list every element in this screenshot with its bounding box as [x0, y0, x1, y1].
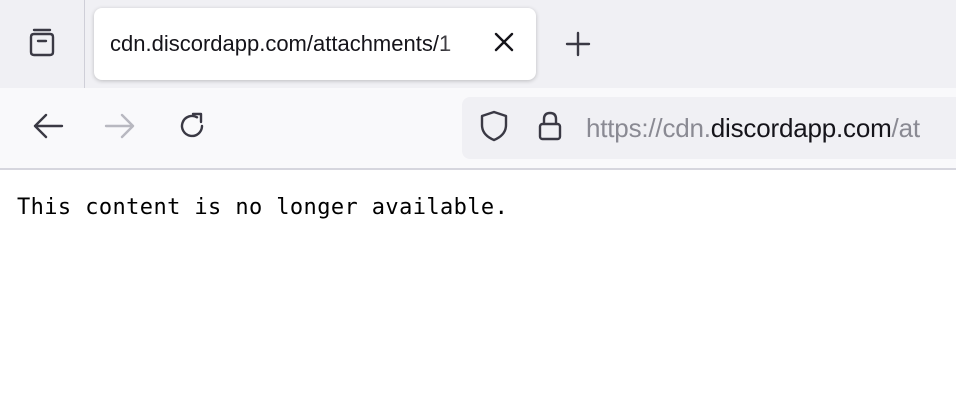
active-tab[interactable]: cdn.discordapp.com/attachments/1	[94, 8, 536, 80]
reload-button[interactable]	[172, 108, 212, 148]
new-tab-button[interactable]	[560, 28, 596, 64]
tab-title: cdn.discordapp.com/attachments/1	[110, 31, 452, 56]
close-icon	[493, 31, 515, 58]
shield-icon	[478, 109, 510, 148]
lock-icon	[535, 109, 565, 148]
tab-close-button[interactable]	[488, 28, 520, 60]
page-message: This content is no longer available.	[17, 195, 509, 220]
tab-list-button[interactable]	[0, 0, 84, 88]
url-subdomain: cdn.	[662, 113, 711, 143]
url-scheme: https://	[586, 113, 663, 143]
forward-button[interactable]	[100, 108, 140, 148]
site-security-button[interactable]	[533, 110, 567, 146]
url-domain: discordapp.com	[710, 113, 892, 143]
back-button[interactable]	[28, 108, 68, 148]
url-text[interactable]: https://cdn.discordapp.com/at	[586, 97, 920, 159]
reload-icon	[175, 109, 209, 148]
tracking-protection-button[interactable]	[477, 110, 511, 146]
plus-icon	[564, 30, 592, 63]
tab-list-icon	[25, 25, 59, 64]
tab-separator	[84, 0, 85, 88]
url-path: /at	[891, 113, 921, 143]
toolbar-divider	[0, 168, 956, 170]
forward-arrow-icon	[103, 111, 137, 146]
back-arrow-icon	[31, 111, 65, 146]
